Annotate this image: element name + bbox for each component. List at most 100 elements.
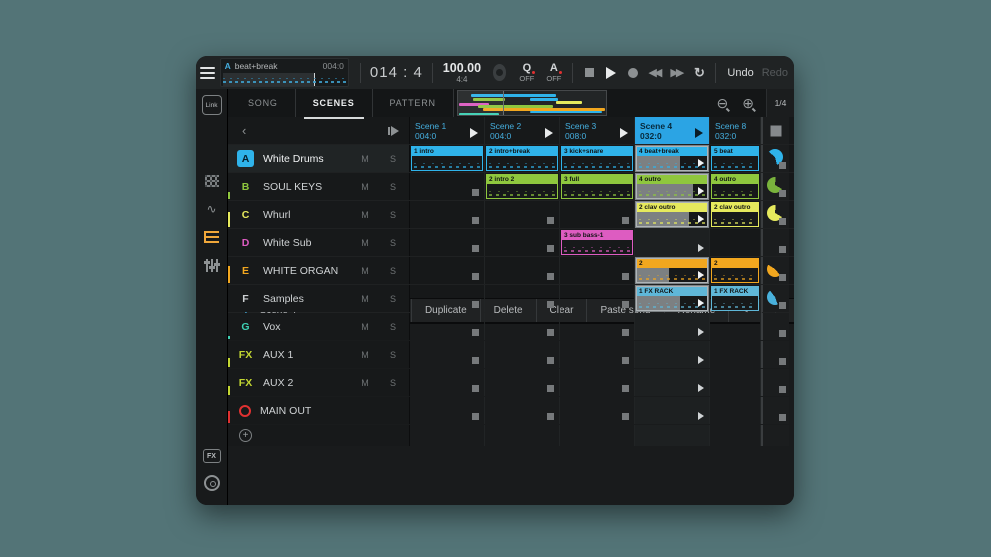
tab-pattern[interactable]: PATTERN: [373, 89, 454, 117]
clip-cell[interactable]: 4 outro: [710, 173, 761, 200]
clip[interactable]: 1 intro: [411, 146, 483, 171]
overview-loop-region[interactable]: [223, 73, 315, 86]
clip-cell[interactable]: 5 beat: [710, 145, 761, 172]
mute-button[interactable]: M: [358, 266, 372, 276]
empty-cell[interactable]: [710, 369, 761, 396]
solo-button[interactable]: S: [386, 210, 400, 220]
track-stop-button[interactable]: [779, 246, 786, 253]
scroll-left-button[interactable]: ‹: [242, 123, 246, 138]
empty-cell[interactable]: [410, 369, 485, 396]
menu-icon[interactable]: [196, 67, 220, 79]
empty-cell[interactable]: [410, 397, 485, 424]
clip-stop-button[interactable]: [472, 413, 479, 420]
clip-cell[interactable]: 2: [710, 257, 761, 284]
track-stop-button[interactable]: [779, 414, 786, 421]
clip-stop-button[interactable]: [547, 413, 554, 420]
fast-forward-button[interactable]: ▶▶: [666, 62, 688, 84]
clip-stop-button[interactable]: [622, 329, 629, 336]
clip-cell[interactable]: 2: [635, 257, 710, 284]
quantize-display[interactable]: 1/4: [766, 89, 794, 117]
empty-cell[interactable]: [560, 397, 635, 424]
clip[interactable]: 4 outro: [711, 174, 759, 199]
track-header[interactable]: AWhite DrumsMS: [228, 145, 410, 172]
play-button[interactable]: [600, 62, 622, 84]
clip-stop-button[interactable]: [547, 329, 554, 336]
track-stop-button[interactable]: [779, 302, 786, 309]
record-button[interactable]: [622, 62, 644, 84]
track-header[interactable]: DWhite SubMS: [228, 229, 410, 256]
clip[interactable]: 2: [711, 258, 759, 283]
clip-stop-button[interactable]: [547, 357, 554, 364]
empty-cell[interactable]: [635, 313, 710, 340]
clip-cell[interactable]: 2 intro 2: [485, 173, 560, 200]
mute-button[interactable]: M: [358, 350, 372, 360]
empty-cell[interactable]: [410, 173, 485, 200]
empty-cell[interactable]: [560, 285, 635, 312]
track-stop-button[interactable]: [779, 358, 786, 365]
fx-panel-button[interactable]: FX: [203, 449, 221, 463]
clip[interactable]: 2 clav outro: [711, 202, 759, 227]
empty-cell[interactable]: [485, 285, 560, 312]
scene-header[interactable]: Scene 3008:0: [560, 117, 635, 144]
clip[interactable]: 3 kick+snare: [561, 146, 633, 171]
ableton-link-button[interactable]: Link: [202, 95, 222, 115]
empty-cell[interactable]: [410, 285, 485, 312]
empty-cell[interactable]: [410, 341, 485, 368]
clip-cell[interactable]: 4 beat+break: [635, 145, 710, 172]
song-view-icon[interactable]: [202, 228, 222, 246]
empty-cell[interactable]: [710, 397, 761, 424]
macro-knob-icon[interactable]: [204, 475, 220, 491]
tab-song[interactable]: SONG: [228, 89, 296, 117]
track-header[interactable]: FXAUX 1MS: [228, 341, 410, 368]
empty-cell[interactable]: [560, 369, 635, 396]
clip-stop-button[interactable]: [547, 385, 554, 392]
rewind-button[interactable]: ◀◀: [644, 62, 666, 84]
clip-cell[interactable]: 3 sub bass-1: [560, 229, 635, 256]
track-header[interactable]: MAIN OUT: [228, 397, 410, 424]
solo-button[interactable]: S: [386, 350, 400, 360]
clip-cell[interactable]: 2 clav outro: [710, 201, 761, 228]
mute-button[interactable]: M: [358, 238, 372, 248]
clip[interactable]: 5 beat: [711, 146, 759, 171]
track-stop-button[interactable]: [779, 274, 786, 281]
empty-cell[interactable]: [485, 369, 560, 396]
track-header[interactable]: CWhurlMS: [228, 201, 410, 228]
track-stop-button[interactable]: [779, 190, 786, 197]
empty-cell[interactable]: [710, 341, 761, 368]
mute-button[interactable]: M: [358, 294, 372, 304]
scene-play-icon[interactable]: [620, 128, 628, 138]
clip-cell[interactable]: 3 kick+snare: [560, 145, 635, 172]
empty-cell[interactable]: [635, 229, 710, 256]
clip-stop-button[interactable]: [622, 273, 629, 280]
mute-button[interactable]: M: [358, 210, 372, 220]
empty-cell[interactable]: [410, 229, 485, 256]
clip[interactable]: 3 full: [561, 174, 633, 199]
stop-button[interactable]: [578, 62, 600, 84]
metronome-button[interactable]: [493, 64, 506, 81]
scene-header[interactable]: Scene 2004:0: [485, 117, 560, 144]
mute-button[interactable]: M: [358, 378, 372, 388]
track-header[interactable]: FSamplesMS: [228, 285, 410, 312]
empty-cell[interactable]: [410, 201, 485, 228]
clip-stop-button[interactable]: [622, 385, 629, 392]
track-header[interactable]: EWHITE ORGANMS: [228, 257, 410, 284]
clip-stop-button[interactable]: [622, 217, 629, 224]
clip-stop-button[interactable]: [472, 217, 479, 224]
clip[interactable]: 1 FX RACK: [636, 286, 708, 311]
solo-button[interactable]: S: [386, 154, 400, 164]
clip-cell[interactable]: 2 intro+break: [485, 145, 560, 172]
clip[interactable]: 4 beat+break: [636, 146, 708, 171]
empty-cell[interactable]: [485, 257, 560, 284]
empty-cell[interactable]: [635, 341, 710, 368]
waveform-view-icon[interactable]: ∿: [202, 200, 222, 218]
clip-stop-button[interactable]: [622, 413, 629, 420]
track-stop-button[interactable]: [779, 218, 786, 225]
clip-stop-button[interactable]: [472, 273, 479, 280]
clip-stop-button[interactable]: [547, 301, 554, 308]
empty-cell[interactable]: [560, 257, 635, 284]
clip-stop-button[interactable]: [547, 273, 554, 280]
clip[interactable]: 1 FX RACK: [711, 286, 759, 311]
empty-cell[interactable]: [560, 341, 635, 368]
mute-button[interactable]: M: [358, 154, 372, 164]
track-stop-button[interactable]: [779, 162, 786, 169]
